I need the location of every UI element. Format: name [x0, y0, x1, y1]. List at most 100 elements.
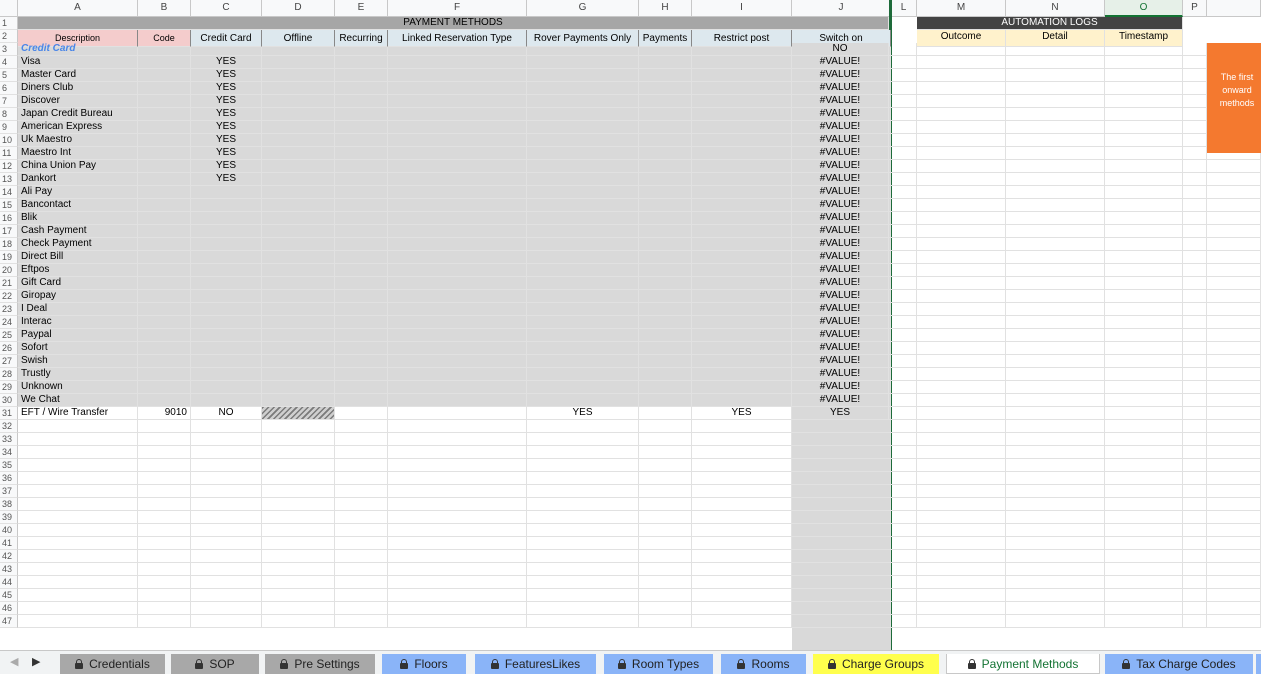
- grid-cell[interactable]: [1006, 459, 1105, 472]
- grid-cell[interactable]: [262, 199, 335, 212]
- grid-cell[interactable]: [388, 472, 527, 485]
- row-header[interactable]: 28: [0, 368, 18, 381]
- grid-cell[interactable]: [1105, 537, 1183, 550]
- grid-cell[interactable]: [1183, 134, 1207, 147]
- switch-on-value[interactable]: #VALUE!: [792, 342, 889, 355]
- grid-cell[interactable]: [138, 277, 191, 290]
- select-all-corner[interactable]: [0, 0, 18, 17]
- grid-cell[interactable]: [1207, 316, 1261, 329]
- row-header[interactable]: 24: [0, 316, 18, 329]
- credit-card-flag[interactable]: YES: [191, 69, 262, 82]
- grid-cell[interactable]: [1105, 407, 1183, 420]
- grid-cell[interactable]: [191, 498, 262, 511]
- grid-cell[interactable]: [191, 264, 262, 277]
- row-header[interactable]: 6: [0, 82, 18, 95]
- grid-cell[interactable]: [639, 472, 692, 485]
- grid-cell[interactable]: [335, 251, 388, 264]
- grid-cell[interactable]: [527, 160, 639, 173]
- grid-cell[interactable]: [527, 589, 639, 602]
- grid-cell[interactable]: [891, 316, 917, 329]
- row-header[interactable]: 25: [0, 329, 18, 342]
- switch-on-value[interactable]: #VALUE!: [792, 381, 889, 394]
- row-header[interactable]: 26: [0, 342, 18, 355]
- grid-cell[interactable]: [262, 615, 335, 628]
- grid-cell[interactable]: [1207, 355, 1261, 368]
- switch-on-value[interactable]: #VALUE!: [792, 277, 889, 290]
- grid-cell[interactable]: [527, 433, 639, 446]
- grid-cell[interactable]: [917, 238, 1006, 251]
- row-header[interactable]: 8: [0, 108, 18, 121]
- grid-cell[interactable]: [1207, 160, 1261, 173]
- grid-cell[interactable]: [388, 147, 527, 160]
- grid-cell[interactable]: [1105, 576, 1183, 589]
- grid-cell[interactable]: [1183, 381, 1207, 394]
- grid-cell[interactable]: [1006, 511, 1105, 524]
- grid-cell[interactable]: [692, 394, 792, 407]
- row-header[interactable]: 30: [0, 394, 18, 407]
- grid-cell[interactable]: [138, 602, 191, 615]
- grid-cell[interactable]: [917, 498, 1006, 511]
- grid-cell[interactable]: [527, 134, 639, 147]
- grid-cell[interactable]: [1105, 355, 1183, 368]
- grid-cell[interactable]: [1006, 147, 1105, 160]
- grid-cell[interactable]: [191, 589, 262, 602]
- payment-method-name[interactable]: We Chat: [18, 394, 138, 407]
- grid-cell[interactable]: [639, 576, 692, 589]
- grid-cell[interactable]: [1207, 264, 1261, 277]
- grid-cell[interactable]: [388, 199, 527, 212]
- grid-cell[interactable]: [335, 602, 388, 615]
- grid-cell[interactable]: [262, 108, 335, 121]
- grid-cell[interactable]: [1006, 251, 1105, 264]
- grid-cell[interactable]: [335, 381, 388, 394]
- grid-cell[interactable]: [191, 329, 262, 342]
- grid-cell[interactable]: [335, 420, 388, 433]
- grid-cell[interactable]: [1006, 264, 1105, 277]
- grid-cell[interactable]: [1183, 108, 1207, 121]
- spreadsheet-grid[interactable]: A B C D E F G H I J L M N O P 1 2 3 4 5 6 7 8 9 10 11 12 13 14 15 16 17…: [0, 0, 1261, 650]
- grid-cell[interactable]: [891, 121, 917, 134]
- grid-cell[interactable]: [692, 316, 792, 329]
- grid-cell[interactable]: [639, 121, 692, 134]
- row-header[interactable]: 13: [0, 173, 18, 186]
- grid-cell[interactable]: [639, 381, 692, 394]
- grid-cell[interactable]: [639, 537, 692, 550]
- grid-cell[interactable]: [527, 173, 639, 186]
- grid-cell[interactable]: [388, 56, 527, 69]
- grid-cell[interactable]: [388, 394, 527, 407]
- grid-cell[interactable]: [1006, 563, 1105, 576]
- column-header-p[interactable]: P: [1183, 0, 1207, 17]
- grid-cell[interactable]: [1183, 563, 1207, 576]
- grid-cell[interactable]: [527, 238, 639, 251]
- switch-on-value[interactable]: #VALUE!: [792, 316, 889, 329]
- grid-cell[interactable]: [1006, 368, 1105, 381]
- grid-cell[interactable]: [1006, 420, 1105, 433]
- grid-cell[interactable]: [262, 212, 335, 225]
- grid-cell[interactable]: [191, 485, 262, 498]
- grid-cell[interactable]: [1105, 290, 1183, 303]
- column-header-i[interactable]: I: [692, 0, 792, 17]
- grid-cell[interactable]: [262, 95, 335, 108]
- grid-cell[interactable]: [917, 589, 1006, 602]
- grid-cell[interactable]: [917, 290, 1006, 303]
- grid-cell[interactable]: [692, 264, 792, 277]
- grid-cell[interactable]: [1183, 498, 1207, 511]
- grid-cell[interactable]: [891, 199, 917, 212]
- grid-cell[interactable]: [1207, 173, 1261, 186]
- grid-cell[interactable]: [262, 225, 335, 238]
- grid-cell[interactable]: [262, 537, 335, 550]
- grid-cell[interactable]: [639, 251, 692, 264]
- grid-cell[interactable]: [891, 446, 917, 459]
- grid-cell[interactable]: [388, 433, 527, 446]
- grid-cell[interactable]: [917, 316, 1006, 329]
- grid-cell[interactable]: [692, 589, 792, 602]
- grid-cell[interactable]: [1006, 602, 1105, 615]
- grid-cell[interactable]: [335, 550, 388, 563]
- payment-method-name[interactable]: Interac: [18, 316, 138, 329]
- offline-hatched-cell[interactable]: [262, 407, 335, 420]
- grid-cell[interactable]: [692, 186, 792, 199]
- grid-cell[interactable]: [18, 576, 138, 589]
- grid-cell[interactable]: [527, 472, 639, 485]
- grid-cell[interactable]: [1207, 459, 1261, 472]
- grid-cell[interactable]: [1207, 329, 1261, 342]
- grid-cell[interactable]: [527, 563, 639, 576]
